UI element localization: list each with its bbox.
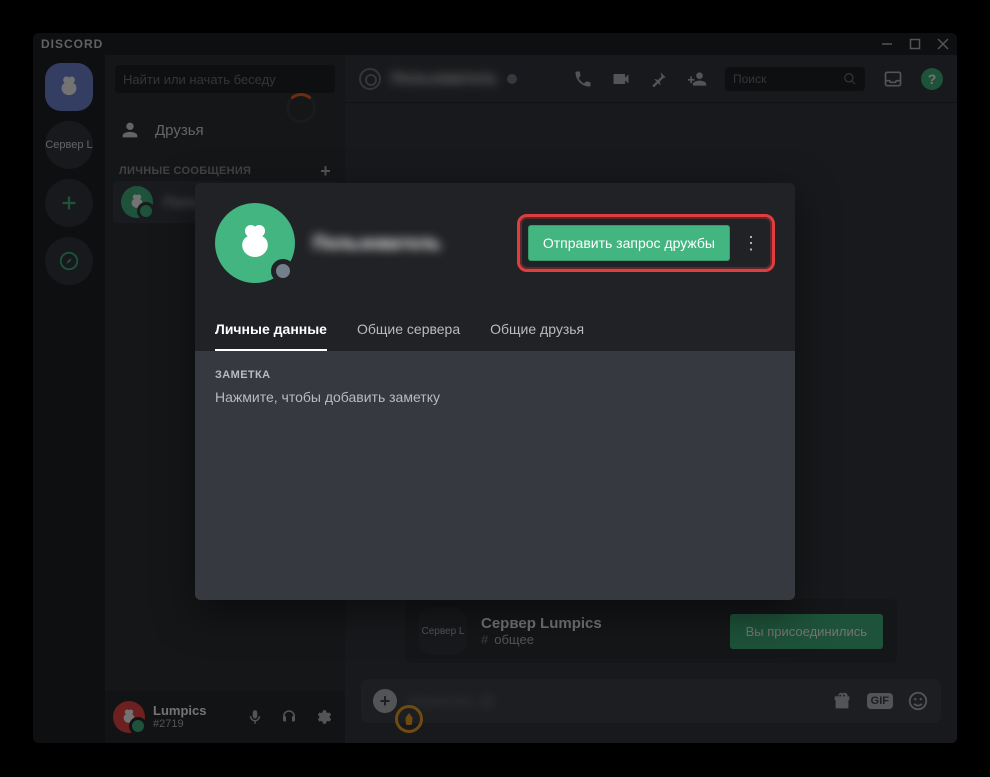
explore-button[interactable] <box>45 237 93 285</box>
self-name: Lumpics <box>153 704 206 718</box>
voice-call-button[interactable] <box>573 69 593 89</box>
attach-button[interactable]: + <box>373 689 397 713</box>
profile-body: ЗАМЕТКА Нажмите, чтобы добавить заметку <box>195 351 795 600</box>
invite-server-icon: Сервер L <box>419 607 467 655</box>
titlebar: DISCORD <box>33 33 957 55</box>
loading-spinner <box>286 93 316 123</box>
add-friend-button[interactable] <box>687 69 707 89</box>
user-profile-modal: Пользователь Отправить запрос дружбы ⋮ Л… <box>195 183 795 600</box>
note-input[interactable]: Нажмите, чтобы добавить заметку <box>215 389 775 405</box>
close-button[interactable] <box>929 33 957 55</box>
note-heading: ЗАМЕТКА <box>215 369 775 381</box>
chat-title: Пользователь <box>391 70 497 87</box>
dm-header: ЛИЧНЫЕ СООБЩЕНИЯ + <box>105 151 345 181</box>
chat-input[interactable]: + Написать @ GIF <box>361 679 941 723</box>
deafen-button[interactable] <box>275 703 303 731</box>
search-placeholder: Поиск <box>733 72 766 86</box>
invite-join-button[interactable]: Вы присоединились <box>730 614 883 649</box>
search-icon <box>843 72 857 86</box>
send-friend-request-button[interactable]: Отправить запрос дружбы <box>528 225 730 261</box>
minimize-button[interactable] <box>873 33 901 55</box>
self-tag: #2719 <box>153 718 206 730</box>
video-call-button[interactable] <box>611 69 631 89</box>
self-info: Lumpics #2719 <box>153 704 206 730</box>
tab-mutual-friends[interactable]: Общие друзья <box>490 321 584 351</box>
user-panel: Lumpics #2719 <box>105 691 345 743</box>
settings-button[interactable] <box>309 703 337 731</box>
home-button[interactable] <box>45 63 93 111</box>
dm-avatar <box>121 186 153 218</box>
at-icon <box>359 68 381 90</box>
invite-card: Сервер L Сервер Lumpics общее Вы присоед… <box>405 599 897 663</box>
window-controls <box>873 33 957 55</box>
quickswitcher[interactable]: Найти или начать беседу <box>115 65 335 93</box>
guild-rail: Сервер L <box>33 55 105 743</box>
highlighted-actions: Отправить запрос дружбы ⋮ <box>517 214 775 272</box>
more-options-button[interactable]: ⋮ <box>738 227 764 259</box>
decorative-orb <box>395 705 423 733</box>
friends-label: Друзья <box>155 122 204 139</box>
invite-channel: общее <box>481 632 602 647</box>
help-button[interactable]: ? <box>921 68 943 90</box>
mute-button[interactable] <box>241 703 269 731</box>
profile-tabs: Личные данные Общие сервера Общие друзья <box>195 303 795 351</box>
self-avatar[interactable] <box>113 701 145 733</box>
status-indicator <box>507 74 517 84</box>
maximize-button[interactable] <box>901 33 929 55</box>
wordmark: DISCORD <box>41 37 103 51</box>
chat-header: Пользователь Поиск ? <box>345 55 957 103</box>
server-item[interactable]: Сервер L <box>45 121 93 169</box>
app-window: DISCORD Сервер L Найти или начать беседу <box>33 33 957 743</box>
profile-username: Пользователь <box>313 233 441 254</box>
add-server-button[interactable] <box>45 179 93 227</box>
gift-button[interactable] <box>831 690 853 712</box>
pinned-button[interactable] <box>649 69 669 89</box>
profile-avatar <box>215 203 295 283</box>
gif-button[interactable]: GIF <box>867 693 893 709</box>
create-dm-button[interactable]: + <box>320 166 331 176</box>
chat-input-placeholder: Написать @ <box>409 693 494 710</box>
dm-header-label: ЛИЧНЫЕ СООБЩЕНИЯ <box>119 165 251 177</box>
invite-title: Сервер Lumpics <box>481 615 602 632</box>
tab-personal[interactable]: Личные данные <box>215 321 327 351</box>
inbox-button[interactable] <box>883 69 903 89</box>
emoji-button[interactable] <box>907 690 929 712</box>
search-input[interactable]: Поиск <box>725 67 865 91</box>
tab-mutual-servers[interactable]: Общие сервера <box>357 321 460 351</box>
profile-status-dot <box>271 259 295 283</box>
